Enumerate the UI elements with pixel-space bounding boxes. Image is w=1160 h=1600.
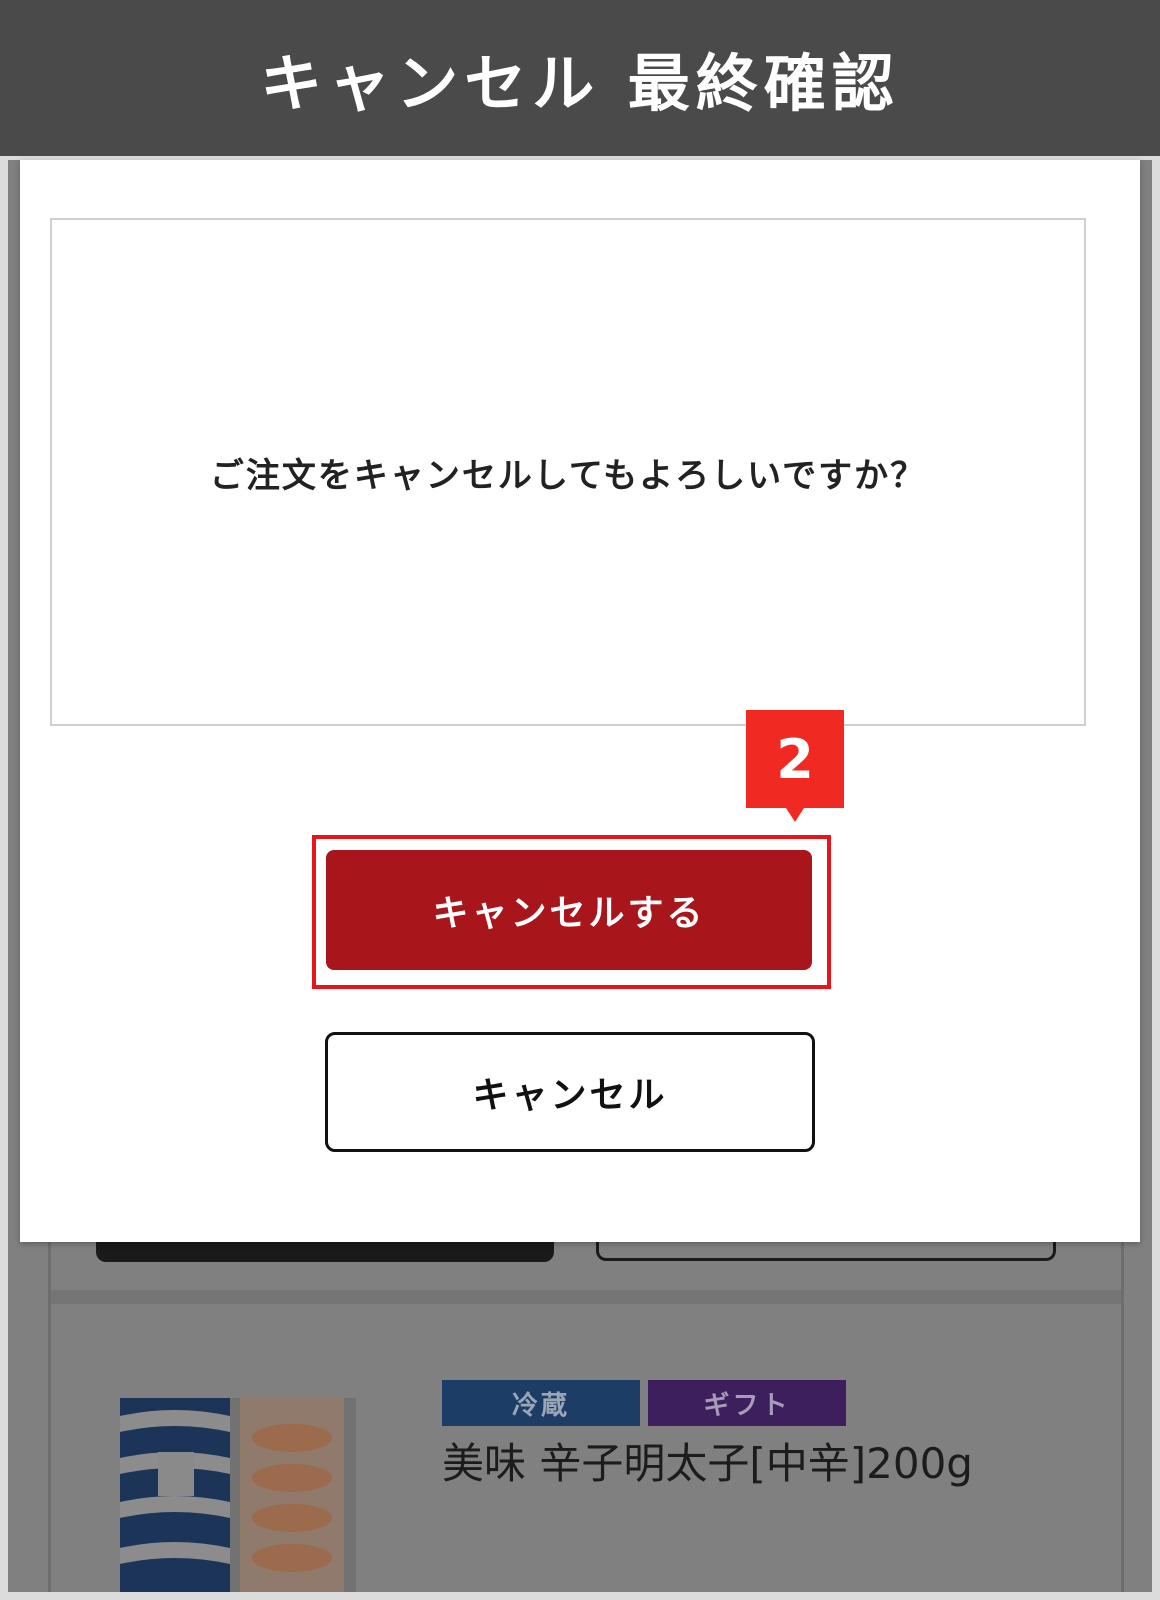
tag-gift: ギフト [648, 1380, 846, 1426]
page-title: キャンセル 最終確認 [260, 47, 900, 120]
step-badge-pointer-icon [786, 808, 804, 822]
message-box: ご注文をキャンセルしてもよろしいですか？ [50, 218, 1086, 726]
step-number-badge: 2 [746, 710, 844, 808]
confirm-message: ご注文をキャンセルしてもよろしいですか？ [209, 455, 927, 496]
background-divider [51, 1290, 1121, 1304]
product-name: 美味 辛子明太子[中辛]200g [442, 1439, 973, 1488]
page: キャンセル 最終確認 冷蔵 ギフト 美味 辛子明太子[中辛]200g ご注文をキ… [0, 0, 1160, 1600]
header-bar: キャンセル 最終確認 [0, 0, 1160, 156]
dismiss-button[interactable]: キャンセル [325, 1032, 815, 1152]
confirm-cancel-order-button[interactable]: キャンセルする [326, 850, 812, 970]
cancel-confirm-dialog: ご注文をキャンセルしてもよろしいですか？ 2 キャンセルする キャンセル [20, 160, 1140, 1242]
product-photo-icon [120, 1398, 344, 1592]
product-image [120, 1398, 356, 1592]
tag-refrigerated: 冷蔵 [442, 1380, 640, 1426]
